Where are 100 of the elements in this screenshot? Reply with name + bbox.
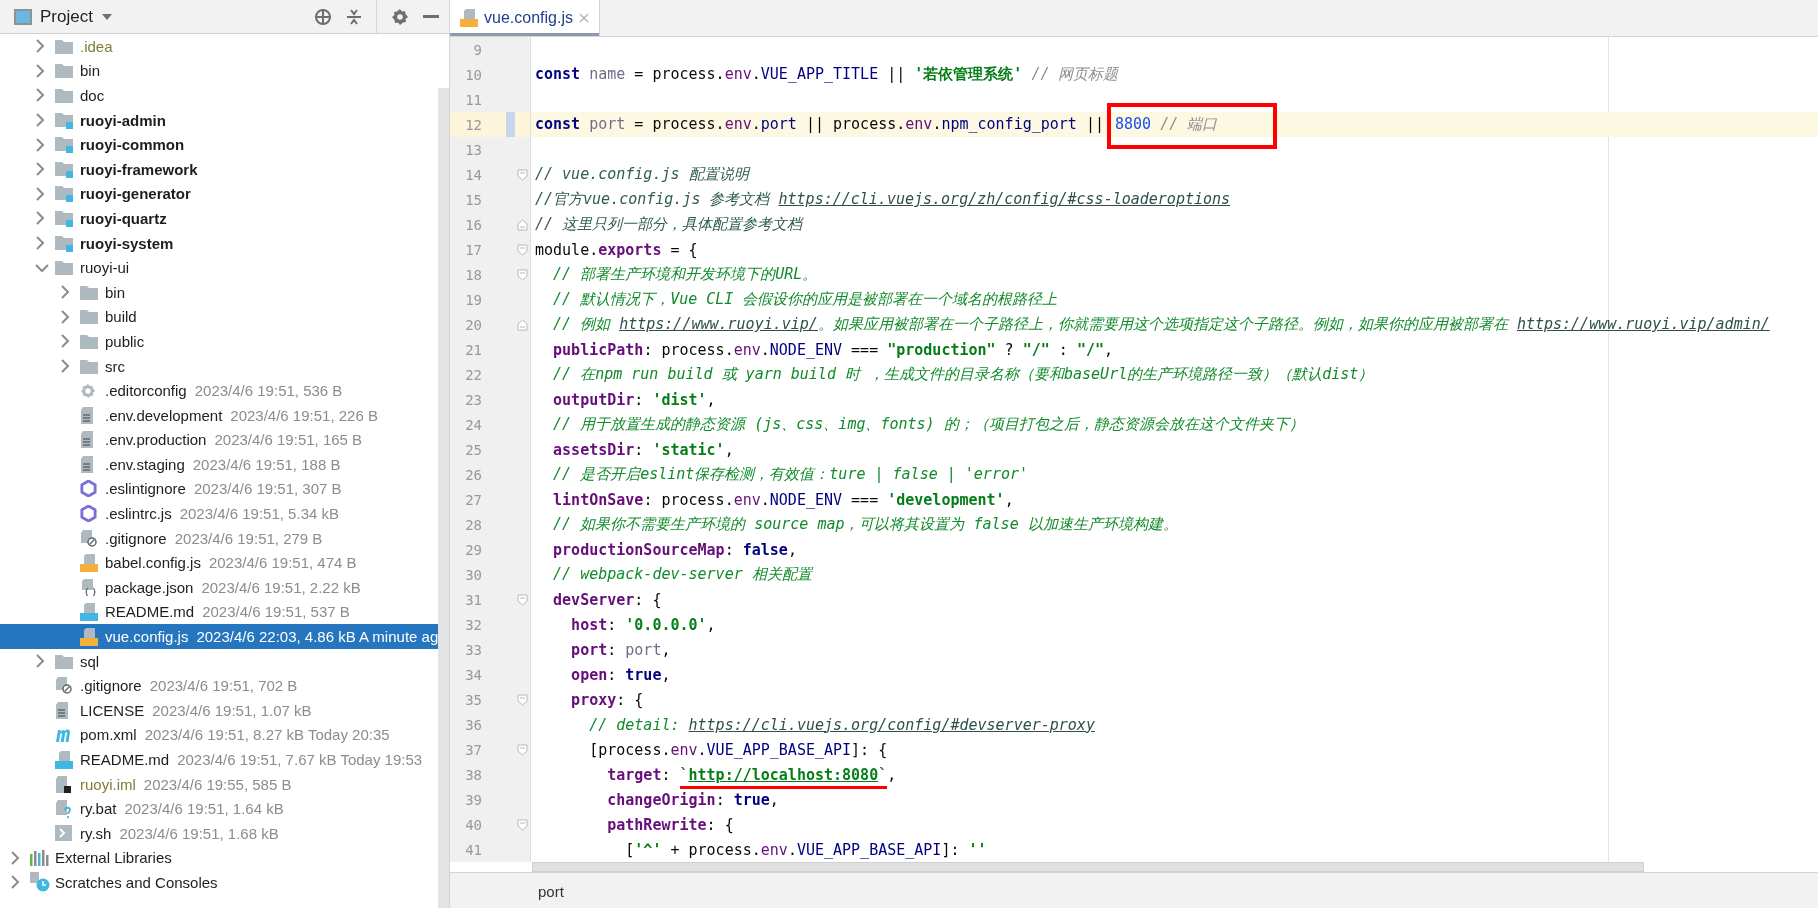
chevron-right-icon[interactable]: [10, 875, 20, 890]
tree-item[interactable]: pom.xml 2023/4/6 19:51, 8.27 kB Today 20:35: [0, 722, 439, 748]
editor-tab[interactable]: vue.config.js: [450, 0, 600, 36]
settings-icon[interactable]: [391, 7, 409, 26]
tree-item[interactable]: Scratches and Consoles: [0, 870, 439, 895]
code-text: changeOrigin: true,: [606, 790, 779, 809]
line-number: 40: [464, 816, 482, 833]
chevron-right-icon[interactable]: [60, 309, 70, 324]
tree-item[interactable]: .eslintrc.js 2023/4/6 19:51, 5.34 kB: [0, 501, 439, 526]
fold-icon[interactable]: [516, 743, 528, 756]
tree-item[interactable]: README.md 2023/4/6 19:51, 537 B: [0, 599, 439, 625]
folder-icon: [55, 63, 73, 79]
fold-icon[interactable]: [516, 243, 528, 256]
tree-item[interactable]: ruoyi-admin: [0, 107, 439, 133]
module-folder-icon: [55, 111, 73, 129]
fold-icon[interactable]: [516, 818, 528, 831]
chevron-right-icon[interactable]: [60, 359, 70, 373]
tree-item[interactable]: ruoyi-ui: [0, 255, 439, 280]
fold-icon[interactable]: [516, 268, 528, 281]
tree-item[interactable]: build: [0, 304, 439, 330]
line-number: 28: [464, 516, 482, 533]
tree-item[interactable]: bin: [0, 279, 439, 305]
tree-item-name: .env.production: [105, 431, 207, 449]
fold-end-icon[interactable]: [516, 218, 528, 231]
scrollbar[interactable]: [438, 88, 449, 908]
chevron-right-icon[interactable]: [35, 113, 45, 128]
chevron-right-icon[interactable]: [35, 654, 45, 669]
tree-item[interactable]: public: [0, 329, 439, 354]
tree-item[interactable]: sql: [0, 648, 439, 674]
tree-item[interactable]: .env.staging 2023/4/6 19:51, 188 B: [0, 452, 439, 477]
tree-item[interactable]: package.json 2023/4/6 19:51, 2.22 kB: [0, 575, 439, 600]
line-number: 35: [464, 691, 482, 708]
tree-item[interactable]: .env.production 2023/4/6 19:51, 165 B: [0, 427, 439, 453]
chevron-down-icon[interactable]: [35, 262, 49, 273]
tree-item[interactable]: ry.sh 2023/4/6 19:51, 1.68 kB: [0, 821, 439, 846]
chevron-right-icon[interactable]: [60, 285, 70, 300]
tree-item-name: ruoyi-generator: [80, 185, 191, 203]
folder-icon: [80, 358, 98, 374]
line-number: 17: [464, 241, 482, 258]
text-file-icon: [80, 455, 94, 473]
tree-item[interactable]: .eslintignore 2023/4/6 19:51, 307 B: [0, 476, 439, 502]
tree-item[interactable]: ruoyi-quartz: [0, 206, 439, 231]
tree-item-name: ruoyi-admin: [80, 111, 166, 129]
file-info: 2023/4/6 19:51, 2.22 kB: [201, 578, 361, 596]
tree-item-name: External Libraries: [55, 849, 172, 867]
tree-item[interactable]: bin: [0, 58, 439, 84]
chevron-right-icon[interactable]: [35, 137, 45, 152]
file-info: 2023/4/6 19:51, 536 B: [194, 382, 343, 400]
tree-item[interactable]: README.md 2023/4/6 19:51, 7.67 kB Today 19:53: [0, 747, 439, 772]
tree-item[interactable]: babel.config.js 2023/4/6 19:51, 474 B: [0, 550, 439, 576]
fold-icon[interactable]: [516, 593, 528, 606]
tree-item[interactable]: vue.config.js 2023/4/6 22:03, 4.86 kB A minute ag: [0, 624, 439, 649]
panel-title[interactable]: Project: [40, 6, 93, 27]
tree-item[interactable]: .gitignore 2023/4/6 19:51, 279 B: [0, 525, 439, 551]
chevron-right-icon[interactable]: [10, 850, 20, 865]
tree-item-name: ruoyi-system: [80, 234, 174, 252]
breadcrumb[interactable]: port: [538, 883, 564, 900]
tree-item[interactable]: External Libraries: [0, 845, 439, 871]
close-icon[interactable]: [578, 13, 589, 23]
tree-item[interactable]: ruoyi-framework: [0, 156, 439, 182]
chevron-right-icon[interactable]: [35, 88, 45, 103]
folder-icon: [55, 88, 73, 103]
fold-icon[interactable]: [516, 168, 528, 181]
tree-item[interactable]: LICENSE 2023/4/6 19:51, 1.07 kB: [0, 698, 439, 723]
chevron-right-icon[interactable]: [35, 211, 45, 226]
tree-item-name: vue.config.js: [105, 628, 189, 646]
scrollbar[interactable]: [532, 862, 1644, 872]
crosshair-icon[interactable]: [314, 7, 332, 26]
chevron-right-icon[interactable]: [35, 236, 45, 251]
tree-item-name: src: [105, 357, 125, 375]
tree-item-name: README.md: [105, 603, 195, 621]
line-number: 26: [464, 466, 482, 483]
line-number: 39: [464, 791, 482, 808]
chevron-right-icon[interactable]: [35, 186, 45, 201]
tree-item[interactable]: ruoyi-common: [0, 132, 439, 157]
tree-item[interactable]: .env.development 2023/4/6 19:51, 226 B: [0, 402, 439, 428]
caret-icon[interactable]: [100, 12, 113, 21]
tree-item[interactable]: ry.bat 2023/4/6 19:51, 1.64 kB: [0, 796, 439, 821]
tree-item[interactable]: ruoyi-generator: [0, 181, 439, 207]
braces-file-icon: [80, 578, 97, 596]
tree-item[interactable]: src: [0, 353, 439, 379]
collapse-all-icon[interactable]: [346, 7, 362, 26]
chevron-right-icon[interactable]: [35, 162, 45, 177]
tree-item[interactable]: ruoyi-system: [0, 230, 439, 256]
fold-icon[interactable]: [516, 693, 528, 706]
tree-item[interactable]: doc: [0, 83, 439, 108]
chevron-right-icon[interactable]: [35, 63, 45, 78]
chevron-right-icon[interactable]: [35, 39, 45, 54]
line-number: 15: [464, 191, 482, 208]
code-text: lintOnSave: process.env.NODE_ENV === 'development',: [552, 490, 1014, 509]
module-folder-icon: [55, 209, 73, 227]
tree-item-name: .env.staging: [105, 455, 185, 473]
fold-end-icon[interactable]: [516, 318, 528, 331]
tree-item[interactable]: ruoyi.iml 2023/4/6 19:55, 585 B: [0, 771, 439, 797]
chevron-right-icon[interactable]: [60, 334, 70, 349]
tree-item[interactable]: .editorconfig 2023/4/6 19:51, 536 B: [0, 378, 439, 403]
minimize-icon[interactable]: [423, 14, 439, 19]
file-info: 2023/4/6 19:51, 279 B: [174, 529, 323, 547]
tree-item[interactable]: .idea: [0, 34, 439, 59]
tree-item[interactable]: .gitignore 2023/4/6 19:51, 702 B: [0, 673, 439, 699]
